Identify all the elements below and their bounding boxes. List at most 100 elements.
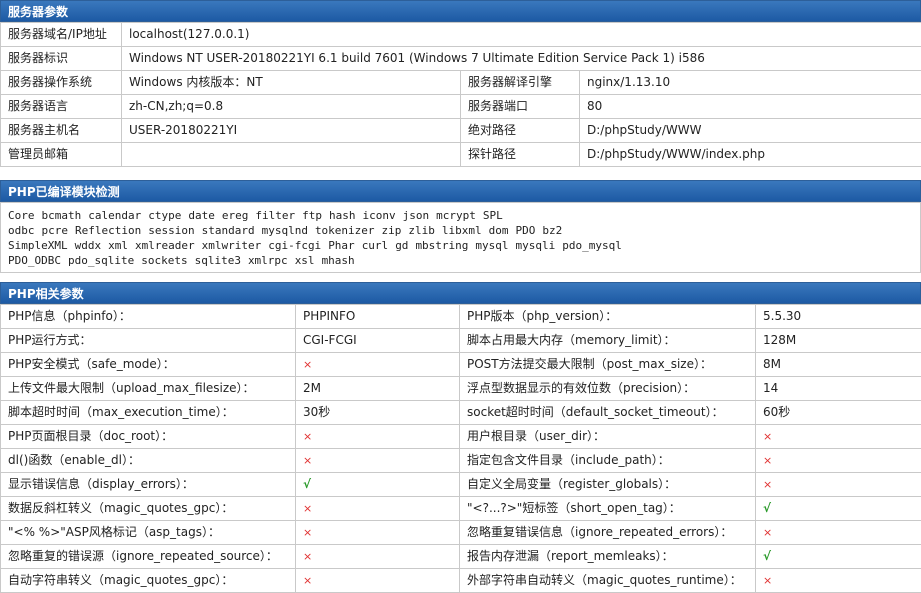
param-label: 报告内存泄漏（report_memleaks）： (460, 545, 756, 569)
module-item: iconv (362, 209, 395, 222)
param-label: PHP版本（php_version）： (460, 305, 756, 329)
param-value: √ (756, 497, 921, 521)
table-row: 数据反斜杠转义（magic_quotes_gpc）：×"<?...?>"短标签（… (1, 497, 921, 521)
param-value: 2M (296, 377, 460, 401)
param-label: dl()函数（enable_dl）： (1, 449, 296, 473)
param-value: 5.5.30 (756, 305, 921, 329)
param-label: 自定义全局变量（register_globals）： (460, 473, 756, 497)
server-label: 服务器域名/IP地址 (1, 23, 122, 47)
module-item: curl (362, 239, 389, 252)
param-label: 自动字符串转义（magic_quotes_gpc）： (1, 569, 296, 593)
module-item: standard (202, 224, 255, 237)
param-value: 60秒 (756, 401, 921, 425)
table-row: 脚本超时时间（max_execution_time）：30秒socket超时时间… (1, 401, 921, 425)
param-value: × (756, 449, 921, 473)
server-label: 服务器语言 (1, 95, 122, 119)
param-value: 8M (756, 353, 921, 377)
param-label: socket超时时间（default_socket_timeout）： (460, 401, 756, 425)
module-item: odbc (8, 224, 35, 237)
module-item: Phar (328, 239, 355, 252)
table-row: PHP运行方式：CGI-FCGI脚本占用最大内存（memory_limit）：1… (1, 329, 921, 353)
table-row: 服务器主机名 USER-20180221YI 绝对路径 D:/phpStudy/… (1, 119, 921, 143)
module-item: sqlite3 (195, 254, 241, 267)
param-label: 浮点型数据显示的有效位数（precision）： (460, 377, 756, 401)
server-value: D:/phpStudy/WWW/index.php (580, 143, 921, 167)
server-value: Windows NT USER-20180221YI 6.1 build 760… (122, 47, 921, 71)
server-value: zh-CN,zh;q=0.8 (122, 95, 461, 119)
module-line: PDO_ODBCpdo_sqlitesocketssqlite3xmlrpcxs… (8, 253, 913, 268)
module-item: mysqli (516, 239, 556, 252)
module-item: hash (329, 209, 356, 222)
param-label: PHP安全模式（safe_mode）： (1, 353, 296, 377)
table-row: 服务器域名/IP地址 localhost(127.0.0.1) (1, 23, 921, 47)
php-params-table: PHP信息（phpinfo）：PHPINFOPHP版本（php_version）… (0, 304, 921, 593)
table-row: 自动字符串转义（magic_quotes_gpc）： ×外部字符串自动转义（mag… (1, 569, 921, 593)
param-value: × (756, 425, 921, 449)
server-value: 80 (580, 95, 921, 119)
param-value: × (756, 521, 921, 545)
php-modules-section: PHP已编译模块检测 Corebcmathcalendarctypedateer… (0, 180, 921, 273)
param-value: 128M (756, 329, 921, 353)
server-label: 管理员邮箱 (1, 143, 122, 167)
server-label: 服务器操作系统 (1, 71, 122, 95)
php-params-section: PHP相关参数 PHP信息（phpinfo）：PHPINFOPHP版本（php_… (0, 282, 921, 593)
module-item: Reflection (75, 224, 141, 237)
module-item: mysql (475, 239, 508, 252)
module-item: zip (382, 224, 402, 237)
param-label: "<?...?>"短标签（short_open_tag）： (460, 497, 756, 521)
param-label: PHP信息（phpinfo）： (1, 305, 296, 329)
param-label: PHP运行方式： (1, 329, 296, 353)
param-label: 忽略重复错误信息（ignore_repeated_errors）： (460, 521, 756, 545)
module-item: filter (255, 209, 295, 222)
php-params-header: PHP相关参数 (0, 282, 921, 304)
module-item: xsl (295, 254, 315, 267)
module-item: Core (8, 209, 35, 222)
param-value: × (756, 569, 921, 593)
module-item: gd (395, 239, 408, 252)
server-label: 服务器解译引擎 (461, 71, 580, 95)
server-label: 绝对路径 (461, 119, 580, 143)
server-value: localhost(127.0.0.1) (122, 23, 921, 47)
module-item: ftp (302, 209, 322, 222)
php-modules-list: Corebcmathcalendarctypedateeregfilterftp… (0, 202, 921, 273)
module-item: bz2 (542, 224, 562, 237)
param-value: CGI-FCGI (296, 329, 460, 353)
table-row: "<% %>"ASP风格标记（asp_tags）：×忽略重复错误信息（ignor… (1, 521, 921, 545)
param-label: 数据反斜杠转义（magic_quotes_gpc）： (1, 497, 296, 521)
module-item: date (188, 209, 215, 222)
table-row: PHP页面根目录（doc_root）：×用户根目录（user_dir）：× (1, 425, 921, 449)
module-item: PDO_ODBC (8, 254, 61, 267)
server-value (122, 143, 461, 167)
module-item: bcmath (42, 209, 82, 222)
param-label: 外部字符串自动转义（magic_quotes_runtime）： (460, 569, 756, 593)
module-item: pdo_mysql (562, 239, 622, 252)
module-line: Corebcmathcalendarctypedateeregfilterftp… (8, 208, 913, 223)
module-item: xmlreader (135, 239, 195, 252)
module-item: mbstring (415, 239, 468, 252)
module-item: mhash (322, 254, 355, 267)
module-item: xmlwriter (202, 239, 262, 252)
table-row: 服务器操作系统 Windows 内核版本：NT 服务器解译引擎 nginx/1.… (1, 71, 921, 95)
server-value: Windows 内核版本：NT (122, 71, 461, 95)
module-item: wddx (75, 239, 102, 252)
table-row: 管理员邮箱 探针路径 D:/phpStudy/WWW/index.php (1, 143, 921, 167)
server-value: USER-20180221YI (122, 119, 461, 143)
param-label: PHP页面根目录（doc_root）： (1, 425, 296, 449)
module-item: mysqlnd (262, 224, 308, 237)
module-item: pdo_sqlite (68, 254, 134, 267)
module-item: ereg (222, 209, 249, 222)
param-value: × (296, 425, 460, 449)
param-value: × (296, 545, 460, 569)
param-value: × (296, 353, 460, 377)
module-item: SPL (483, 209, 503, 222)
module-item: ctype (148, 209, 181, 222)
module-item: cgi-fcgi (268, 239, 321, 252)
module-item: xmlrpc (248, 254, 288, 267)
table-row: 上传文件最大限制（upload_max_filesize）：2M浮点型数据显示的… (1, 377, 921, 401)
param-value: √ (756, 545, 921, 569)
param-label: 脚本占用最大内存（memory_limit）： (460, 329, 756, 353)
module-item: libxml (442, 224, 482, 237)
server-label: 探针路径 (461, 143, 580, 167)
param-value: 14 (756, 377, 921, 401)
table-row: 显示错误信息（display_errors）：√自定义全局变量（register… (1, 473, 921, 497)
